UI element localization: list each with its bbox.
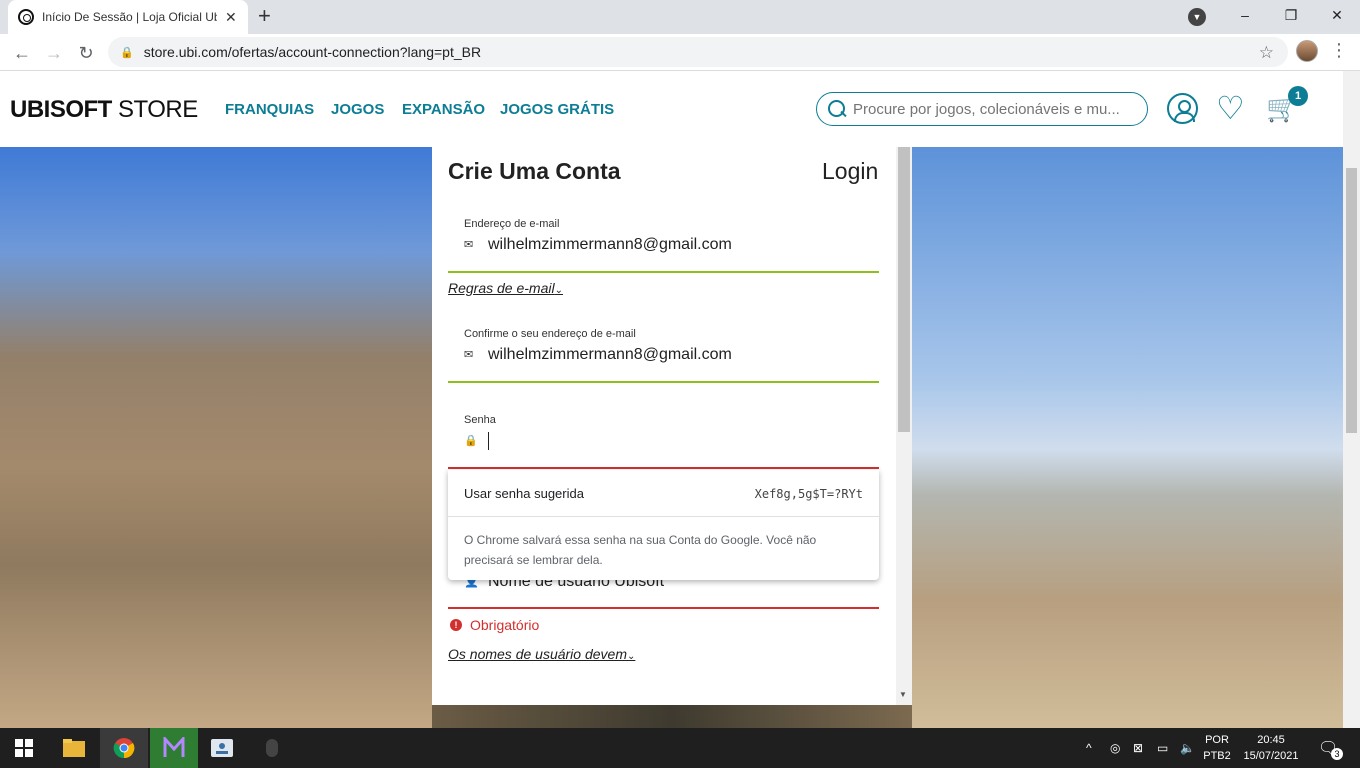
network-icon[interactable]: ▭ — [1157, 728, 1168, 768]
nav-franquias[interactable]: FRANQUIAS — [225, 101, 314, 118]
email-label: Endereço de e-mail — [464, 218, 560, 230]
username-underline — [448, 607, 879, 609]
tab-search-icon[interactable]: ▼ — [1188, 8, 1206, 26]
lock-icon: 🔒 — [120, 46, 134, 59]
chevron-down-icon: ⌄ — [626, 651, 636, 662]
password-underline — [448, 467, 879, 469]
panel-scroll-thumb[interactable] — [898, 147, 910, 432]
address-bar[interactable]: 🔒 store.ubi.com/ofertas/account-connecti… — [108, 37, 1288, 67]
username-rules-label: Os nomes de usuário devem — [448, 646, 627, 662]
nav-jogos-gratis[interactable]: JOGOS GRÁTIS — [500, 101, 614, 118]
password-field[interactable] — [488, 432, 489, 450]
date: 15/07/2021 — [1243, 750, 1299, 762]
email-rules-label: Regras de e-mail — [448, 280, 555, 296]
chrome-icon[interactable] — [100, 728, 148, 768]
password-suggestion-popup[interactable]: Usar senha sugerida Xef8g,5g$T=?RYt O Ch… — [448, 470, 879, 580]
wishlist-heart-icon[interactable]: ♡ — [1216, 90, 1245, 126]
input-language[interactable]: POR PTB2 — [1200, 732, 1234, 764]
search-input[interactable] — [853, 100, 1133, 118]
ubisoft-store-logo[interactable]: UBISOFT STORE — [10, 96, 198, 124]
reload-icon[interactable]: ↻ — [73, 40, 99, 66]
email-field[interactable]: wilhelmzimmermann8@gmail.com — [488, 236, 732, 254]
background-image-left — [0, 147, 432, 728]
account-icon[interactable] — [1167, 93, 1198, 124]
scroll-down-arrow-icon[interactable]: ▼ — [899, 690, 907, 699]
restore-button[interactable]: ❐ — [1268, 0, 1314, 30]
login-link[interactable]: Login — [822, 158, 878, 185]
confirm-email-underline — [448, 381, 879, 383]
notifications-icon[interactable]: 🗨 3 — [1318, 728, 1344, 768]
popup-info-text: O Chrome salvará essa senha na sua Conta… — [464, 533, 817, 567]
required-error: ! Obrigatório — [450, 617, 539, 633]
notification-count: 3 — [1331, 748, 1343, 760]
bookmark-star-icon[interactable]: ☆ — [1259, 43, 1274, 63]
back-arrow-icon[interactable]: ← — [9, 40, 35, 66]
nav-expansao[interactable]: EXPANSÃO — [402, 101, 485, 118]
browser-tab[interactable]: Início De Sessão | Loja Oficial Ubi ✕ — [8, 0, 248, 34]
logo-light: STORE — [118, 96, 198, 123]
required-error-text: Obrigatório — [470, 617, 540, 633]
page-scroll-thumb[interactable] — [1346, 168, 1357, 433]
url-text: store.ubi.com/ofertas/account-connection… — [143, 44, 482, 60]
logo-bold: UBISOFT — [10, 96, 112, 123]
mouse-icon[interactable] — [248, 728, 296, 768]
security-icon[interactable]: ⊠ — [1133, 728, 1143, 768]
envelope-icon: ✉ — [464, 239, 474, 251]
id-card-icon[interactable] — [198, 728, 246, 768]
use-suggested-password[interactable]: Usar senha sugerida — [464, 486, 584, 501]
lang-code: POR — [1205, 734, 1229, 746]
ubisoft-favicon-icon — [18, 9, 34, 25]
confirm-email-label: Confirme o seu endereço de e-mail — [464, 328, 636, 340]
cart-count-badge: 1 — [1288, 86, 1308, 106]
keyboard-layout: PTB2 — [1203, 750, 1231, 762]
suggested-password[interactable]: Xef8g,5g$T=?RYt — [755, 487, 863, 501]
close-window-button[interactable]: ✕ — [1314, 0, 1360, 30]
email-field-underline — [448, 271, 879, 273]
search-bar[interactable] — [816, 92, 1148, 126]
password-label: Senha — [464, 414, 496, 426]
forward-arrow-icon[interactable]: → — [41, 40, 67, 66]
envelope-icon: ✉ — [464, 349, 474, 361]
windows-start-icon[interactable] — [0, 728, 48, 768]
username-rules-toggle[interactable]: Os nomes de usuário devem⌄ — [448, 646, 635, 662]
nav-jogos[interactable]: JOGOS — [331, 101, 384, 118]
tab-title: Início De Sessão | Loja Oficial Ubi — [42, 10, 217, 24]
file-explorer-icon[interactable] — [50, 728, 98, 768]
confirm-email-field[interactable]: wilhelmzimmermann8@gmail.com — [488, 346, 732, 364]
minimize-button[interactable]: – — [1222, 0, 1268, 30]
error-icon: ! — [450, 619, 462, 631]
email-rules-toggle[interactable]: Regras de e-mail⌄ — [448, 280, 563, 296]
background-image-right — [912, 147, 1343, 728]
tab-close-icon[interactable]: ✕ — [225, 9, 237, 26]
app-installer-icon[interactable] — [150, 728, 198, 768]
time: 20:45 — [1257, 734, 1285, 746]
create-account-title: Crie Uma Conta — [448, 158, 621, 184]
chevron-down-icon: ⌄ — [554, 285, 563, 296]
popup-divider — [448, 516, 879, 517]
volume-icon[interactable]: 🔈 — [1180, 728, 1195, 768]
camera-icon[interactable]: ◎ — [1110, 728, 1120, 768]
lock-icon: 🔒 — [464, 435, 478, 447]
search-icon[interactable] — [827, 99, 847, 119]
show-hidden-icons-icon[interactable]: ^ — [1086, 728, 1092, 768]
menu-icon[interactable]: ⋮ — [1330, 40, 1348, 61]
new-tab-button[interactable]: + — [258, 4, 271, 28]
profile-avatar[interactable] — [1296, 40, 1318, 62]
taskbar-clock[interactable]: 20:45 15/07/2021 — [1240, 732, 1302, 764]
browser-toolbar: ← → ↻ 🔒 store.ubi.com/ofertas/account-co… — [0, 34, 1360, 71]
background-image-bottom — [432, 705, 912, 728]
